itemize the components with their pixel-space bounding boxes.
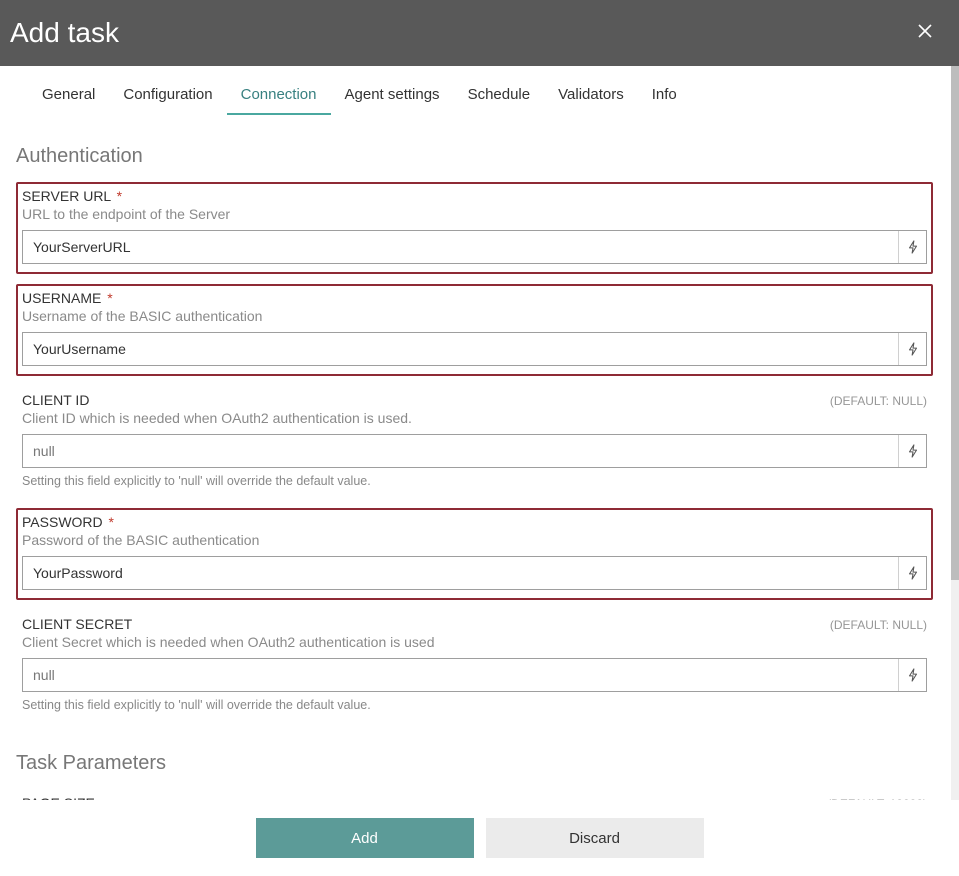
label-password: PASSWORD * <box>22 514 114 530</box>
close-button[interactable] <box>911 17 939 49</box>
label-client-id: CLIENT ID <box>22 392 89 408</box>
scrollbar-thumb[interactable] <box>951 66 959 580</box>
content: General Configuration Connection Agent s… <box>0 66 949 800</box>
dialog-header: Add task <box>0 0 959 66</box>
bolt-button-server-url[interactable] <box>898 231 926 263</box>
tab-schedule[interactable]: Schedule <box>454 80 545 115</box>
field-page-size: PAGE SIZE (DEFAULT: 10000) Set the page … <box>16 789 933 800</box>
bolt-button-client-id[interactable] <box>898 435 926 467</box>
label-server-url: SERVER URL * <box>22 188 122 204</box>
input-row-password <box>22 556 927 590</box>
desc-client-id: Client ID which is needed when OAuth2 au… <box>22 410 927 426</box>
tab-info[interactable]: Info <box>638 80 691 115</box>
bolt-icon <box>907 240 919 254</box>
input-client-secret[interactable] <box>23 659 898 691</box>
input-row-client-id <box>22 434 927 468</box>
input-row-server-url <box>22 230 927 264</box>
label-username: USERNAME * <box>22 290 113 306</box>
field-server-url: SERVER URL * URL to the endpoint of the … <box>16 182 933 274</box>
bolt-icon <box>907 444 919 458</box>
tabs: General Configuration Connection Agent s… <box>16 66 933 115</box>
bolt-icon <box>907 566 919 580</box>
tab-connection[interactable]: Connection <box>227 80 331 115</box>
default-client-secret: (DEFAULT: NULL) <box>830 618 927 632</box>
desc-server-url: URL to the endpoint of the Server <box>22 206 927 222</box>
note-client-id: Setting this field explicitly to 'null' … <box>22 474 927 488</box>
required-star: * <box>107 290 112 306</box>
required-star: * <box>117 188 122 204</box>
note-client-secret: Setting this field explicitly to 'null' … <box>22 698 927 712</box>
input-client-id[interactable] <box>23 435 898 467</box>
field-client-id: CLIENT ID (DEFAULT: NULL) Client ID whic… <box>16 386 933 498</box>
tab-agent-settings[interactable]: Agent settings <box>331 80 454 115</box>
field-password: PASSWORD * Password of the BASIC authent… <box>16 508 933 600</box>
tab-configuration[interactable]: Configuration <box>109 80 226 115</box>
section-title-task-parameters: Task Parameters <box>16 752 933 775</box>
required-star: * <box>109 514 114 530</box>
default-client-id: (DEFAULT: NULL) <box>830 394 927 408</box>
tab-general[interactable]: General <box>28 80 109 115</box>
section-title-authentication: Authentication <box>16 145 933 168</box>
input-username[interactable] <box>23 333 898 365</box>
desc-password: Password of the BASIC authentication <box>22 532 927 548</box>
input-server-url[interactable] <box>23 231 898 263</box>
bolt-icon <box>907 342 919 356</box>
desc-username: Username of the BASIC authentication <box>22 308 927 324</box>
bolt-button-username[interactable] <box>898 333 926 365</box>
bolt-button-password[interactable] <box>898 557 926 589</box>
field-client-secret: CLIENT SECRET (DEFAULT: NULL) Client Sec… <box>16 610 933 722</box>
desc-client-secret: Client Secret which is needed when OAuth… <box>22 634 927 650</box>
tab-validators[interactable]: Validators <box>544 80 638 115</box>
scrollbar-track[interactable] <box>951 66 959 800</box>
scroll-area[interactable]: General Configuration Connection Agent s… <box>0 66 949 800</box>
add-button[interactable]: Add <box>256 818 474 858</box>
close-icon <box>917 23 933 39</box>
label-client-secret: CLIENT SECRET <box>22 616 132 632</box>
input-row-username <box>22 332 927 366</box>
field-username: USERNAME * Username of the BASIC authent… <box>16 284 933 376</box>
bolt-icon <box>907 668 919 682</box>
discard-button[interactable]: Discard <box>486 818 704 858</box>
dialog-title: Add task <box>10 17 119 49</box>
input-password[interactable] <box>23 557 898 589</box>
input-row-client-secret <box>22 658 927 692</box>
bolt-button-client-secret[interactable] <box>898 659 926 691</box>
dialog-footer: Add Discard <box>0 800 959 876</box>
